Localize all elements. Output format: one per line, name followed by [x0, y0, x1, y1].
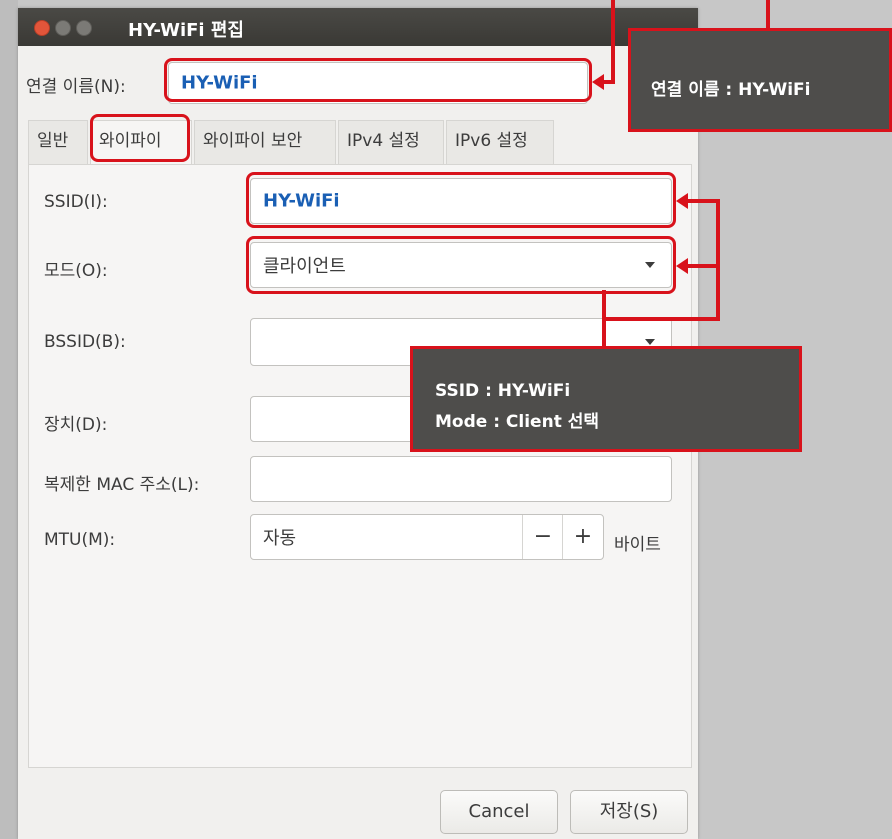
chevron-down-icon[interactable]: [645, 339, 655, 345]
mtu-decrease-button[interactable]: −: [522, 515, 563, 559]
arrow-left-icon: [592, 74, 604, 90]
titlebar: HY-WiFi 편집: [18, 8, 698, 46]
close-window-button[interactable]: [34, 20, 50, 36]
mtu-spinbutton[interactable]: 자동 − +: [250, 514, 604, 560]
callout-ssid-mode: SSID : HY-WiFi Mode : Client 선택: [410, 346, 802, 452]
callout-ssid-text: SSID : HY-WiFi: [435, 381, 571, 401]
minimize-window-button[interactable]: [55, 20, 71, 36]
maximize-window-button[interactable]: [76, 20, 92, 36]
tab-ipv4-label: IPv4 설정: [347, 131, 420, 151]
tab-wifi-security[interactable]: 와이파이 보안: [194, 120, 336, 164]
arrow-left-icon: [676, 258, 688, 274]
connector-line: [602, 290, 606, 350]
mtu-value: 자동: [263, 528, 297, 549]
callout-connection-name: 연결 이름 : HY-WiFi: [628, 28, 892, 132]
cloned-mac-label: 복제한 MAC 주소(L):: [44, 475, 200, 495]
ssid-label: SSID(I):: [44, 192, 108, 212]
background-left-strip: [0, 0, 18, 839]
connector-line: [688, 199, 720, 203]
callout-connection-name-text: 연결 이름 : HY-WiFi: [651, 80, 811, 100]
cancel-button[interactable]: Cancel: [440, 790, 558, 834]
connector-line: [604, 80, 615, 84]
mtu-label: MTU(M):: [44, 530, 116, 550]
highlight-ssid: [246, 172, 676, 228]
bssid-label: BSSID(B):: [44, 332, 126, 352]
highlight-connection-name: [164, 58, 592, 102]
window-title: HY-WiFi 편집: [128, 20, 244, 41]
mode-label: 모드(O):: [44, 261, 108, 281]
connector-line: [766, 0, 770, 28]
highlight-mode: [246, 236, 676, 294]
tab-general-label: 일반: [37, 131, 69, 151]
tab-ipv4[interactable]: IPv4 설정: [338, 120, 444, 164]
tab-ipv6-label: IPv6 설정: [455, 131, 528, 151]
connector-line: [688, 264, 720, 268]
connector-line: [611, 0, 615, 82]
connection-name-label: 연결 이름(N):: [26, 77, 126, 97]
tab-ipv6[interactable]: IPv6 설정: [446, 120, 554, 164]
mtu-unit-label: 바이트: [614, 535, 661, 555]
connector-line: [716, 199, 720, 321]
tab-general[interactable]: 일반: [28, 120, 88, 164]
arrow-left-icon: [676, 193, 688, 209]
cloned-mac-input[interactable]: [250, 456, 672, 502]
connector-line: [602, 317, 720, 321]
save-button[interactable]: 저장(S): [570, 790, 688, 834]
callout-mode-text: Mode : Client 선택: [435, 412, 600, 432]
highlight-wifi-tab: [90, 114, 190, 162]
device-label: 장치(D):: [44, 415, 108, 435]
mtu-increase-button[interactable]: +: [562, 515, 603, 559]
tab-wifi-security-label: 와이파이 보안: [203, 131, 303, 151]
